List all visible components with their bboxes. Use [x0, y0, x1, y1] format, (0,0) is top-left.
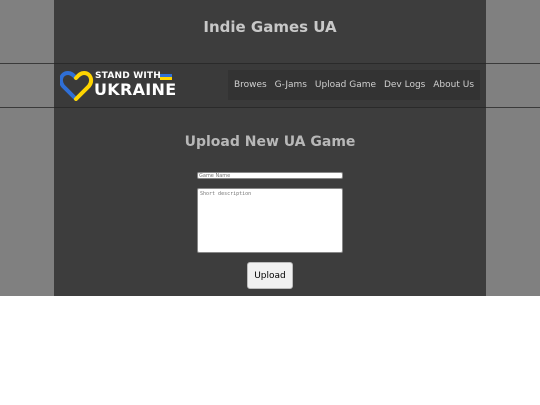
nav-item-browse[interactable]: Browes	[234, 80, 267, 90]
nav-item-dev-logs[interactable]: Dev Logs	[384, 80, 425, 90]
upload-form-title: Upload New UA Game	[184, 134, 356, 150]
logo-text-ukraine: UKRAINE	[94, 80, 177, 99]
site-title: Indie Games UA	[203, 18, 337, 36]
nav-menu: Browes G-Jams Upload Game Dev Logs About…	[228, 70, 480, 100]
ukraine-flag-icon	[160, 74, 172, 80]
nav-item-g-jams[interactable]: G-Jams	[275, 80, 307, 90]
nav-item-upload-game[interactable]: Upload Game	[315, 80, 376, 90]
game-name-input[interactable]	[197, 172, 343, 179]
upload-button[interactable]: Upload	[247, 262, 293, 289]
short-description-textarea[interactable]	[197, 188, 343, 253]
nav-item-about-us[interactable]: About Us	[433, 80, 474, 90]
